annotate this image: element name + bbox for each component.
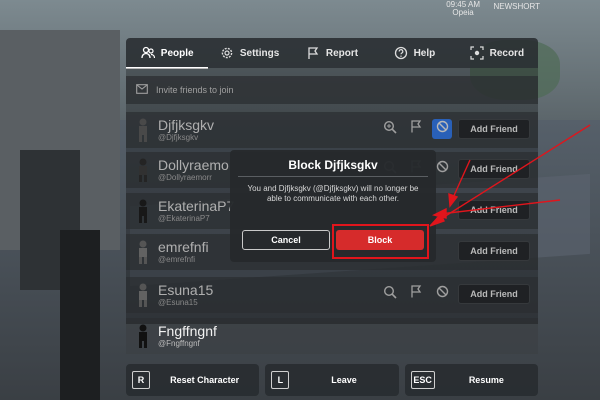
- tab-help-label: Help: [413, 47, 436, 59]
- reset-character-button[interactable]: R Reset Character: [126, 364, 260, 396]
- tab-record-label: Record: [489, 47, 525, 59]
- bottom-action-bar: R Reset Character L Leave ESC Resume: [126, 364, 538, 398]
- key-hint: L: [271, 371, 290, 389]
- tab-report[interactable]: Report: [291, 38, 373, 68]
- pillar: [60, 230, 100, 400]
- resume-button[interactable]: ESC Resume: [404, 364, 538, 396]
- reset-character-label: Reset Character: [170, 375, 240, 385]
- tab-settings-label: Settings: [239, 47, 280, 59]
- device-status-bar: 09:45 AM Opeia NEWSHORT: [0, 0, 600, 17]
- gear-icon: [220, 46, 234, 60]
- record-icon: [469, 46, 484, 60]
- leave-button[interactable]: L Leave: [265, 364, 399, 396]
- tab-record[interactable]: Record: [456, 38, 538, 68]
- dialog-title: Block Djfjksgkv: [288, 158, 378, 172]
- player-display-name: Fngffngnf: [158, 322, 217, 339]
- status-subtext: Opeia: [452, 8, 474, 17]
- help-icon: [394, 46, 408, 60]
- key-hint: ESC: [410, 371, 435, 389]
- people-icon: [141, 46, 155, 60]
- leave-label: Leave: [331, 375, 357, 385]
- dialog-message: You and Djfjksgkv (@Djfjksgkv) will no l…: [247, 184, 419, 203]
- flag-icon: [306, 46, 320, 60]
- menu-tab-bar: People Settings Report Help Record: [126, 38, 538, 69]
- tab-people[interactable]: People: [126, 38, 208, 68]
- avatar: [134, 323, 152, 349]
- tab-settings[interactable]: Settings: [208, 38, 290, 68]
- tab-help[interactable]: Help: [373, 38, 455, 68]
- dialog-divider: [238, 176, 428, 177]
- status-time-block: 09:45 AM Opeia: [446, 1, 480, 17]
- annotation-highlight-box: [332, 224, 429, 259]
- status-right-text: NEWSHORT: [493, 2, 540, 11]
- player-username: @Fngffngnf: [158, 338, 200, 348]
- cancel-button[interactable]: Cancel: [242, 230, 330, 250]
- key-hint: R: [132, 371, 150, 389]
- resume-label: Resume: [468, 375, 504, 385]
- tab-people-label: People: [160, 47, 194, 59]
- tab-report-label: Report: [325, 47, 359, 59]
